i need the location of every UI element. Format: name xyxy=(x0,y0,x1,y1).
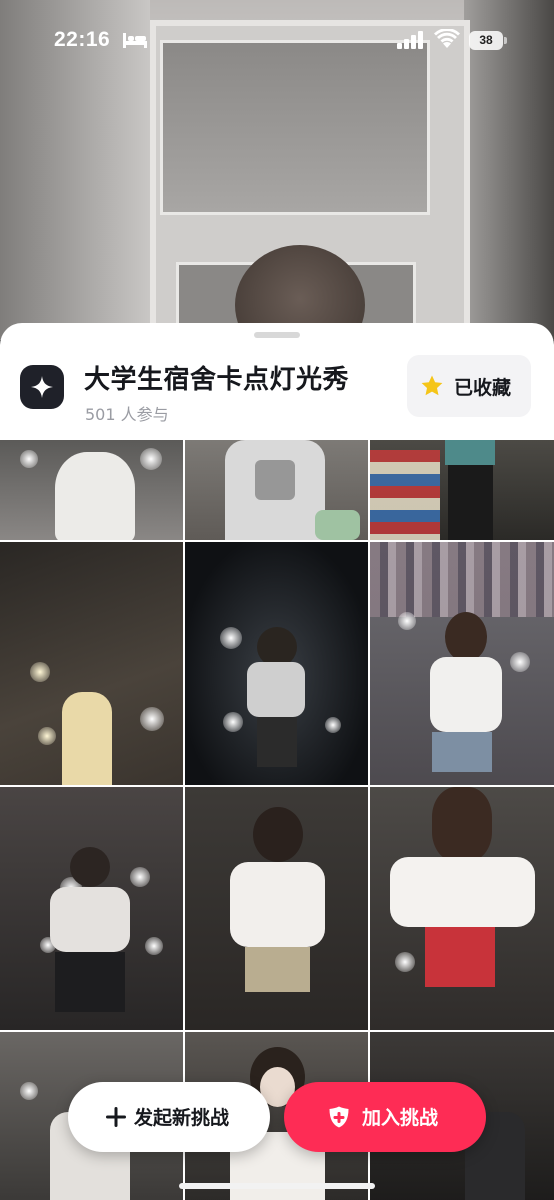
status-bar: 22:16 38 xyxy=(0,0,554,80)
video-thumbnail[interactable] xyxy=(370,542,554,785)
favorite-label: 已收藏 xyxy=(454,377,512,399)
start-challenge-button[interactable]: 发起新挑战 xyxy=(68,1082,270,1152)
home-indicator xyxy=(179,1183,375,1189)
wifi-icon xyxy=(434,29,460,48)
bed-icon xyxy=(123,33,147,48)
video-thumbnail[interactable] xyxy=(0,542,183,785)
star-icon xyxy=(421,375,443,396)
battery-level: 38 xyxy=(469,31,503,50)
video-thumbnail[interactable] xyxy=(0,440,183,540)
challenge-sheet: 大学生宿舍卡点灯光秀 501 人参与 已收藏 xyxy=(0,323,554,1200)
participant-count: 501 人参与 xyxy=(85,405,169,424)
video-thumbnail[interactable] xyxy=(0,787,183,1030)
video-thumbnail[interactable] xyxy=(185,542,368,785)
plus-icon xyxy=(106,1107,126,1127)
favorite-button[interactable]: 已收藏 xyxy=(407,355,531,417)
drag-handle[interactable] xyxy=(254,332,300,338)
signal-icon xyxy=(397,31,423,49)
video-thumbnail[interactable] xyxy=(185,787,368,1030)
status-time: 22:16 xyxy=(54,28,111,51)
challenge-title: 大学生宿舍卡点灯光秀 xyxy=(84,365,350,395)
start-challenge-label: 发起新挑战 xyxy=(134,1107,230,1129)
video-thumbnail[interactable] xyxy=(370,440,554,540)
add-video-icon xyxy=(329,1106,349,1128)
join-challenge-label: 加入挑战 xyxy=(362,1107,439,1129)
battery-tip xyxy=(504,37,507,44)
join-challenge-button[interactable]: 加入挑战 xyxy=(284,1082,486,1152)
video-thumbnail[interactable] xyxy=(370,787,554,1030)
battery-icon: 38 xyxy=(469,31,507,50)
video-thumbnail[interactable] xyxy=(185,440,368,540)
sparkle-icon xyxy=(20,365,64,409)
